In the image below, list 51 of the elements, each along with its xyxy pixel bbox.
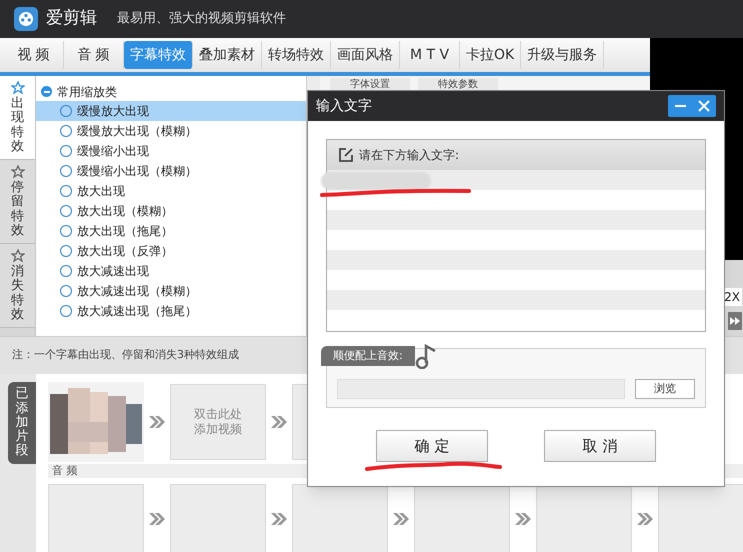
edit-icon — [339, 148, 353, 162]
chevron-icon — [636, 512, 654, 526]
effect-item[interactable]: 缓慢缩小出现（模糊） — [36, 161, 306, 181]
tab[interactable]: 升级与服务 — [521, 41, 604, 69]
effect-item[interactable]: 缓慢缩小出现 — [36, 141, 306, 161]
group-header[interactable]: 常用缩放类 — [36, 82, 306, 101]
app-tagline: 最易用、强大的视频剪辑软件 — [117, 10, 286, 28]
effect-item[interactable]: 放大出现（拖尾） — [36, 221, 306, 241]
browse-button[interactable]: 浏览 — [635, 379, 695, 399]
star-icon — [10, 80, 24, 95]
settings-tab[interactable]: 字体设置 — [330, 78, 410, 90]
star-icon — [10, 248, 24, 263]
tab[interactable]: 卡拉OK — [460, 41, 522, 69]
chevron-icon — [514, 512, 532, 526]
fast-forward-icon — [730, 317, 740, 325]
sound-label: 顺便配上音效: — [321, 346, 415, 366]
audio-label: 音 频 — [52, 462, 78, 479]
tab[interactable]: M T V — [400, 41, 460, 69]
effect-item[interactable]: 放大减速出现 — [36, 261, 306, 281]
cancel-button[interactable]: 取 消 — [544, 430, 656, 462]
close-icon — [698, 100, 710, 112]
chevron-icon — [270, 415, 288, 429]
tab[interactable]: 视 频 — [4, 41, 64, 69]
settings-tab[interactable]: 特效参数 — [418, 78, 498, 90]
effect-item[interactable]: 放大减速出现（拖尾） — [36, 301, 306, 321]
chevron-icon — [148, 512, 166, 526]
chevron-icon — [392, 512, 410, 526]
app-name: 爱剪辑 — [46, 7, 97, 30]
chevron-icon — [270, 512, 288, 526]
confirm-button[interactable]: 确 定 — [376, 430, 488, 462]
category-tab[interactable]: 出现特效 — [0, 76, 35, 160]
note-text: 注：一个字幕由出现、停留和消失3种特效组成 — [12, 347, 239, 364]
category-tab[interactable]: 消失特效 — [0, 244, 35, 328]
prompt-label: 请在下方输入文字: — [359, 147, 460, 164]
star-icon — [10, 164, 24, 179]
fast-forward-button[interactable] — [728, 312, 742, 330]
music-note-icon — [414, 343, 437, 369]
effect-item[interactable]: 缓慢放大出现（模糊） — [36, 121, 306, 141]
tab[interactable]: 叠加素材 — [193, 41, 262, 69]
effect-item[interactable]: 放大减速出现（模糊） — [36, 281, 306, 301]
dialog-title: 输入文字 — [316, 96, 372, 116]
effect-item[interactable]: 缓慢放大出现 — [36, 101, 306, 121]
tab[interactable]: 画面风格 — [331, 41, 400, 69]
sound-file-field[interactable] — [337, 379, 625, 399]
category-tab[interactable]: 停留特效 — [0, 160, 35, 244]
effect-item[interactable]: 放大出现（反弹） — [36, 241, 306, 261]
effect-item[interactable]: 放大出现 — [36, 181, 306, 201]
chevron-icon — [148, 415, 166, 429]
film-reel-icon — [14, 7, 38, 31]
tab[interactable]: 转场特效 — [262, 41, 331, 69]
effect-item[interactable]: 放大出现（模糊） — [36, 201, 306, 221]
